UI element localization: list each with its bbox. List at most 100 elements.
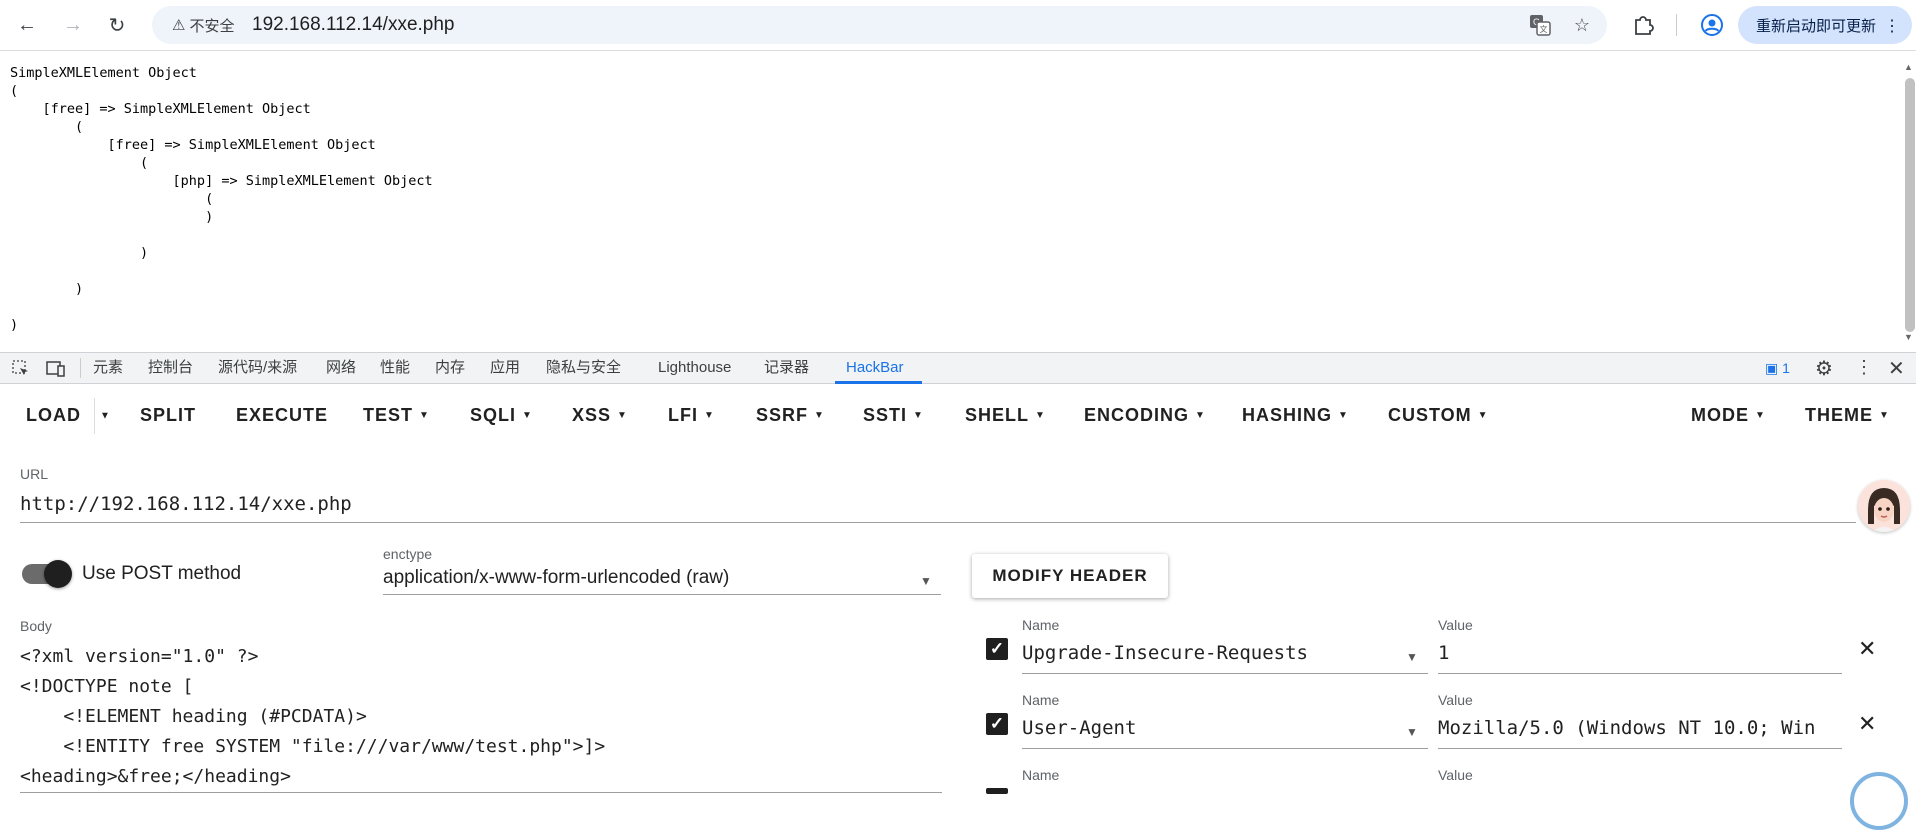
url-input[interactable]: http://192.168.112.14/xxe.php <box>20 493 352 515</box>
tab-hackbar[interactable]: HackBar <box>846 352 904 384</box>
security-chip[interactable]: ⚠ 不安全 <box>172 12 234 38</box>
inspect-element-icon[interactable] <box>12 360 30 383</box>
assistant-avatar[interactable] <box>1858 480 1910 532</box>
toggle-knob[interactable] <box>44 560 72 588</box>
header-name-label: Name <box>1022 692 1060 708</box>
chevron-down-icon: ▼ <box>419 410 430 422</box>
load-button[interactable]: LOAD <box>26 398 81 432</box>
update-button[interactable]: 重新启动即可更新 ⋮ <box>1738 6 1912 44</box>
address-url[interactable]: 192.168.112.14/xxe.php <box>252 12 455 38</box>
chevron-down-icon: ▼ <box>1195 410 1206 422</box>
chevron-down-icon[interactable]: ▼ <box>1406 725 1418 739</box>
enctype-underline <box>383 594 941 595</box>
encoding-menu[interactable]: ENCODING ▼ <box>1084 398 1206 432</box>
chevron-down-icon[interactable]: ▼ <box>1406 650 1418 664</box>
tab-memory[interactable]: 内存 <box>435 352 465 384</box>
lfi-menu[interactable]: LFI ▼ <box>668 398 715 432</box>
header-name-underline <box>1022 673 1428 674</box>
chevron-down-icon: ▼ <box>617 410 628 422</box>
tab-application[interactable]: 应用 <box>490 352 520 384</box>
remove-header-icon[interactable]: ✕ <box>1858 711 1876 737</box>
translate-icon[interactable]: G文 <box>1528 13 1552 37</box>
profile-icon[interactable] <box>1699 12 1725 38</box>
url-underline <box>20 522 1856 523</box>
chevron-down-icon: ▼ <box>1755 410 1766 422</box>
custom-menu[interactable]: CUSTOM ▼ <box>1388 398 1489 432</box>
reload-icon[interactable]: ↻ <box>102 10 132 40</box>
shell-menu-label: SHELL <box>965 405 1030 425</box>
scroll-up-arrow-icon[interactable]: ▲ <box>1904 62 1913 72</box>
scroll-down-arrow-icon[interactable]: ▼ <box>1904 332 1913 342</box>
tab-lighthouse[interactable]: Lighthouse <box>658 352 731 384</box>
scrollbar-thumb[interactable] <box>1905 78 1915 332</box>
test-menu-label: TEST <box>363 405 414 425</box>
bookmark-star-icon[interactable]: ☆ <box>1570 13 1594 37</box>
header-checkbox[interactable] <box>986 788 1008 794</box>
remove-header-icon[interactable]: ✕ <box>1858 636 1876 662</box>
enctype-select[interactable]: application/x-www-form-urlencoded (raw) <box>383 567 729 589</box>
body-label: Body <box>20 618 52 634</box>
chevron-down-icon: ▼ <box>522 410 533 422</box>
mode-menu[interactable]: MODE ▼ <box>1691 398 1766 432</box>
header-value-label: Value <box>1438 692 1473 708</box>
tab-recorder[interactable]: 记录器 <box>764 352 809 384</box>
modify-header-button[interactable]: MODIFY HEADER <box>972 554 1168 598</box>
issues-badge[interactable]: ▣ 1 <box>1765 352 1790 384</box>
xss-menu-label: XSS <box>572 405 612 425</box>
custom-menu-label: CUSTOM <box>1388 405 1472 425</box>
header-value-label: Value <box>1438 617 1473 633</box>
header-checkbox[interactable]: ✓ <box>986 638 1008 660</box>
header-value-input[interactable]: Mozilla/5.0 (Windows NT 10.0; Win <box>1438 717 1842 739</box>
active-tab-indicator <box>835 381 922 384</box>
ssti-menu-label: SSTI <box>863 405 908 425</box>
extensions-icon[interactable] <box>1630 12 1656 38</box>
enctype-label: enctype <box>383 546 433 562</box>
ssti-menu[interactable]: SSTI ▼ <box>863 398 924 432</box>
chevron-down-icon: ▼ <box>1879 410 1890 422</box>
hashing-menu[interactable]: HASHING ▼ <box>1242 398 1349 432</box>
ssrf-menu[interactable]: SSRF ▼ <box>756 398 825 432</box>
header-name-underline <box>1022 748 1428 749</box>
header-name-input[interactable]: Upgrade-Insecure-Requests <box>1022 642 1392 664</box>
split-button[interactable]: SPLIT <box>140 398 196 432</box>
header-name-input[interactable]: User-Agent <box>1022 717 1392 739</box>
theme-menu[interactable]: THEME ▼ <box>1805 398 1890 432</box>
load-dropdown-icon[interactable]: ▼ <box>100 398 111 432</box>
tab-sources[interactable]: 源代码/来源 <box>218 352 297 384</box>
xss-menu[interactable]: XSS ▼ <box>572 398 628 432</box>
chevron-down-icon: ▼ <box>1035 410 1046 422</box>
back-icon[interactable]: ← <box>12 10 42 40</box>
more-options-icon[interactable]: ⋮ <box>1855 357 1873 378</box>
issues-count: 1 <box>1782 360 1790 376</box>
hashing-menu-label: HASHING <box>1242 405 1333 425</box>
forward-icon[interactable]: → <box>58 10 88 40</box>
post-method-label: Use POST method <box>82 563 242 584</box>
browser-toolbar: ← → ↻ ⚠ 不安全 192.168.112.14/xxe.php G文 ☆ … <box>0 0 1916 51</box>
tab-console[interactable]: 控制台 <box>148 352 193 384</box>
toolbar-divider <box>1676 14 1677 36</box>
execute-button[interactable]: EXECUTE <box>236 398 328 432</box>
close-devtools-icon[interactable]: ✕ <box>1888 356 1905 381</box>
shell-menu[interactable]: SHELL ▼ <box>965 398 1046 432</box>
chat-bubble-icon[interactable] <box>1850 772 1908 830</box>
header-value-input[interactable]: 1 <box>1438 642 1842 664</box>
body-textarea[interactable]: <?xml version="1.0" ?> <!DOCTYPE note [ … <box>20 642 605 792</box>
device-toolbar-icon[interactable] <box>46 360 66 383</box>
header-value-underline <box>1438 673 1842 674</box>
ssrf-menu-label: SSRF <box>756 405 809 425</box>
tab-elements[interactable]: 元素 <box>93 352 123 384</box>
chevron-down-icon[interactable]: ▼ <box>920 574 932 588</box>
tab-performance[interactable]: 性能 <box>380 352 410 384</box>
sqli-menu[interactable]: SQLI ▼ <box>470 398 533 432</box>
chevron-down-icon: ▼ <box>913 410 924 422</box>
body-underline <box>20 792 942 793</box>
update-button-label: 重新启动即可更新 <box>1756 17 1877 35</box>
header-value-underline <box>1438 748 1842 749</box>
header-checkbox[interactable]: ✓ <box>986 713 1008 735</box>
devtools-divider <box>80 358 81 378</box>
chevron-down-icon: ▼ <box>1477 410 1489 422</box>
test-menu[interactable]: TEST ▼ <box>363 398 430 432</box>
tab-privacy-security[interactable]: 隐私与安全 <box>546 352 621 384</box>
gear-icon[interactable]: ⚙ <box>1815 356 1833 381</box>
tab-network[interactable]: 网络 <box>326 352 356 384</box>
